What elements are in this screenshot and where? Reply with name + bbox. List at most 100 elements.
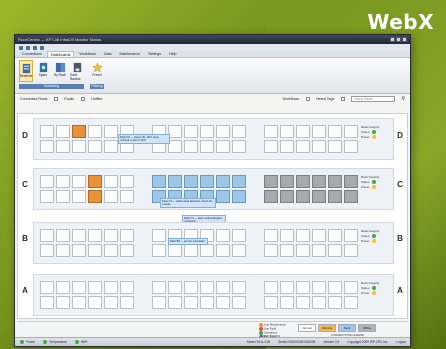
rack[interactable] xyxy=(296,140,310,153)
rack[interactable] xyxy=(152,281,166,294)
undo-icon[interactable] xyxy=(26,45,30,50)
rack[interactable] xyxy=(40,190,54,203)
rack[interactable] xyxy=(312,244,326,257)
rack[interactable] xyxy=(104,281,118,294)
rack[interactable] xyxy=(56,190,70,203)
rack[interactable] xyxy=(120,190,134,203)
rack[interactable] xyxy=(40,296,54,309)
rack[interactable] xyxy=(232,281,246,294)
rack[interactable] xyxy=(104,125,118,138)
tab-workflows[interactable]: Workflows xyxy=(76,51,99,57)
legend-warning-button[interactable]: Warning xyxy=(318,324,336,332)
rack[interactable] xyxy=(88,125,102,138)
rack[interactable] xyxy=(216,140,230,153)
rack-selected[interactable] xyxy=(152,175,166,188)
rack[interactable] xyxy=(344,244,358,257)
rack-fault[interactable] xyxy=(88,190,102,203)
rack[interactable] xyxy=(296,296,310,309)
rack[interactable] xyxy=(216,125,230,138)
rack-selected[interactable] xyxy=(232,190,246,203)
rack[interactable] xyxy=(104,244,118,257)
save-icon[interactable] xyxy=(19,45,23,50)
maximize-button[interactable] xyxy=(396,37,401,42)
rack[interactable] xyxy=(72,244,86,257)
rack[interactable] xyxy=(152,229,166,242)
rack-selected[interactable] xyxy=(168,175,182,188)
rack[interactable] xyxy=(56,244,70,257)
tab-data[interactable]: Data xyxy=(101,51,115,57)
rack[interactable] xyxy=(168,281,182,294)
rack[interactable] xyxy=(296,125,310,138)
rack[interactable] xyxy=(72,296,86,309)
rack[interactable] xyxy=(168,125,182,138)
rack[interactable] xyxy=(344,140,358,153)
rack[interactable] xyxy=(328,244,342,257)
rack[interactable] xyxy=(312,140,326,153)
rack[interactable] xyxy=(168,140,182,153)
rack[interactable] xyxy=(264,229,278,242)
rack[interactable] xyxy=(264,281,278,294)
rack[interactable] xyxy=(88,244,102,257)
rack[interactable] xyxy=(296,281,310,294)
rack[interactable] xyxy=(56,125,70,138)
rack[interactable] xyxy=(280,281,294,294)
heard-tags-checkbox[interactable] xyxy=(341,96,346,101)
rack[interactable] xyxy=(200,281,214,294)
rack[interactable] xyxy=(232,140,246,153)
legend-fault-button[interactable]: Fault xyxy=(338,324,356,332)
realtime-button[interactable]: Realtime xyxy=(19,60,33,82)
rack[interactable] xyxy=(280,244,294,257)
explin-checkbox[interactable] xyxy=(54,96,59,101)
rack[interactable] xyxy=(56,296,70,309)
rack[interactable] xyxy=(104,296,118,309)
rack[interactable] xyxy=(232,296,246,309)
rack[interactable] xyxy=(40,229,54,242)
rack[interactable] xyxy=(280,296,294,309)
rack[interactable] xyxy=(344,296,358,309)
rack[interactable] xyxy=(344,229,358,242)
rack[interactable] xyxy=(184,140,198,153)
rack[interactable] xyxy=(88,281,102,294)
rack-fault[interactable] xyxy=(88,175,102,188)
rack[interactable] xyxy=(264,140,278,153)
rack[interactable] xyxy=(328,229,342,242)
rack[interactable] xyxy=(120,244,134,257)
search-input[interactable]: Select Racks xyxy=(351,95,396,102)
minimize-button[interactable] xyxy=(390,37,395,42)
rack[interactable] xyxy=(184,296,198,309)
rack-offline[interactable] xyxy=(312,190,326,203)
rack[interactable] xyxy=(296,229,310,242)
rack-fault[interactable] xyxy=(72,125,86,138)
rack[interactable] xyxy=(328,140,342,153)
rack[interactable] xyxy=(104,140,118,153)
rack[interactable] xyxy=(264,244,278,257)
rack[interactable] xyxy=(328,296,342,309)
rack[interactable] xyxy=(120,175,134,188)
rack[interactable] xyxy=(216,296,230,309)
rack-selected[interactable] xyxy=(216,175,230,188)
rack[interactable] xyxy=(104,229,118,242)
rack-offline[interactable] xyxy=(344,190,358,203)
preset-button[interactable]: Preset xyxy=(90,60,104,82)
rack[interactable] xyxy=(264,125,278,138)
tab-help[interactable]: Help xyxy=(166,51,179,57)
rack-offline[interactable] xyxy=(264,190,278,203)
close-button[interactable] xyxy=(402,37,407,42)
rack[interactable] xyxy=(200,296,214,309)
rack[interactable] xyxy=(280,125,294,138)
rack[interactable] xyxy=(232,125,246,138)
rack[interactable] xyxy=(312,296,326,309)
tab-settings[interactable]: Settings xyxy=(145,51,164,57)
redo-icon[interactable] xyxy=(33,45,37,50)
rack[interactable] xyxy=(312,281,326,294)
rack[interactable] xyxy=(232,229,246,242)
rack[interactable] xyxy=(104,175,118,188)
rack[interactable] xyxy=(72,140,86,153)
rack[interactable] xyxy=(328,281,342,294)
refresh-icon[interactable] xyxy=(40,45,44,50)
rack-offline[interactable] xyxy=(328,175,342,188)
rack-selected[interactable] xyxy=(216,190,230,203)
by-rack-button[interactable]: By Rack xyxy=(53,60,67,82)
rack-offline[interactable] xyxy=(328,190,342,203)
rack[interactable] xyxy=(200,125,214,138)
